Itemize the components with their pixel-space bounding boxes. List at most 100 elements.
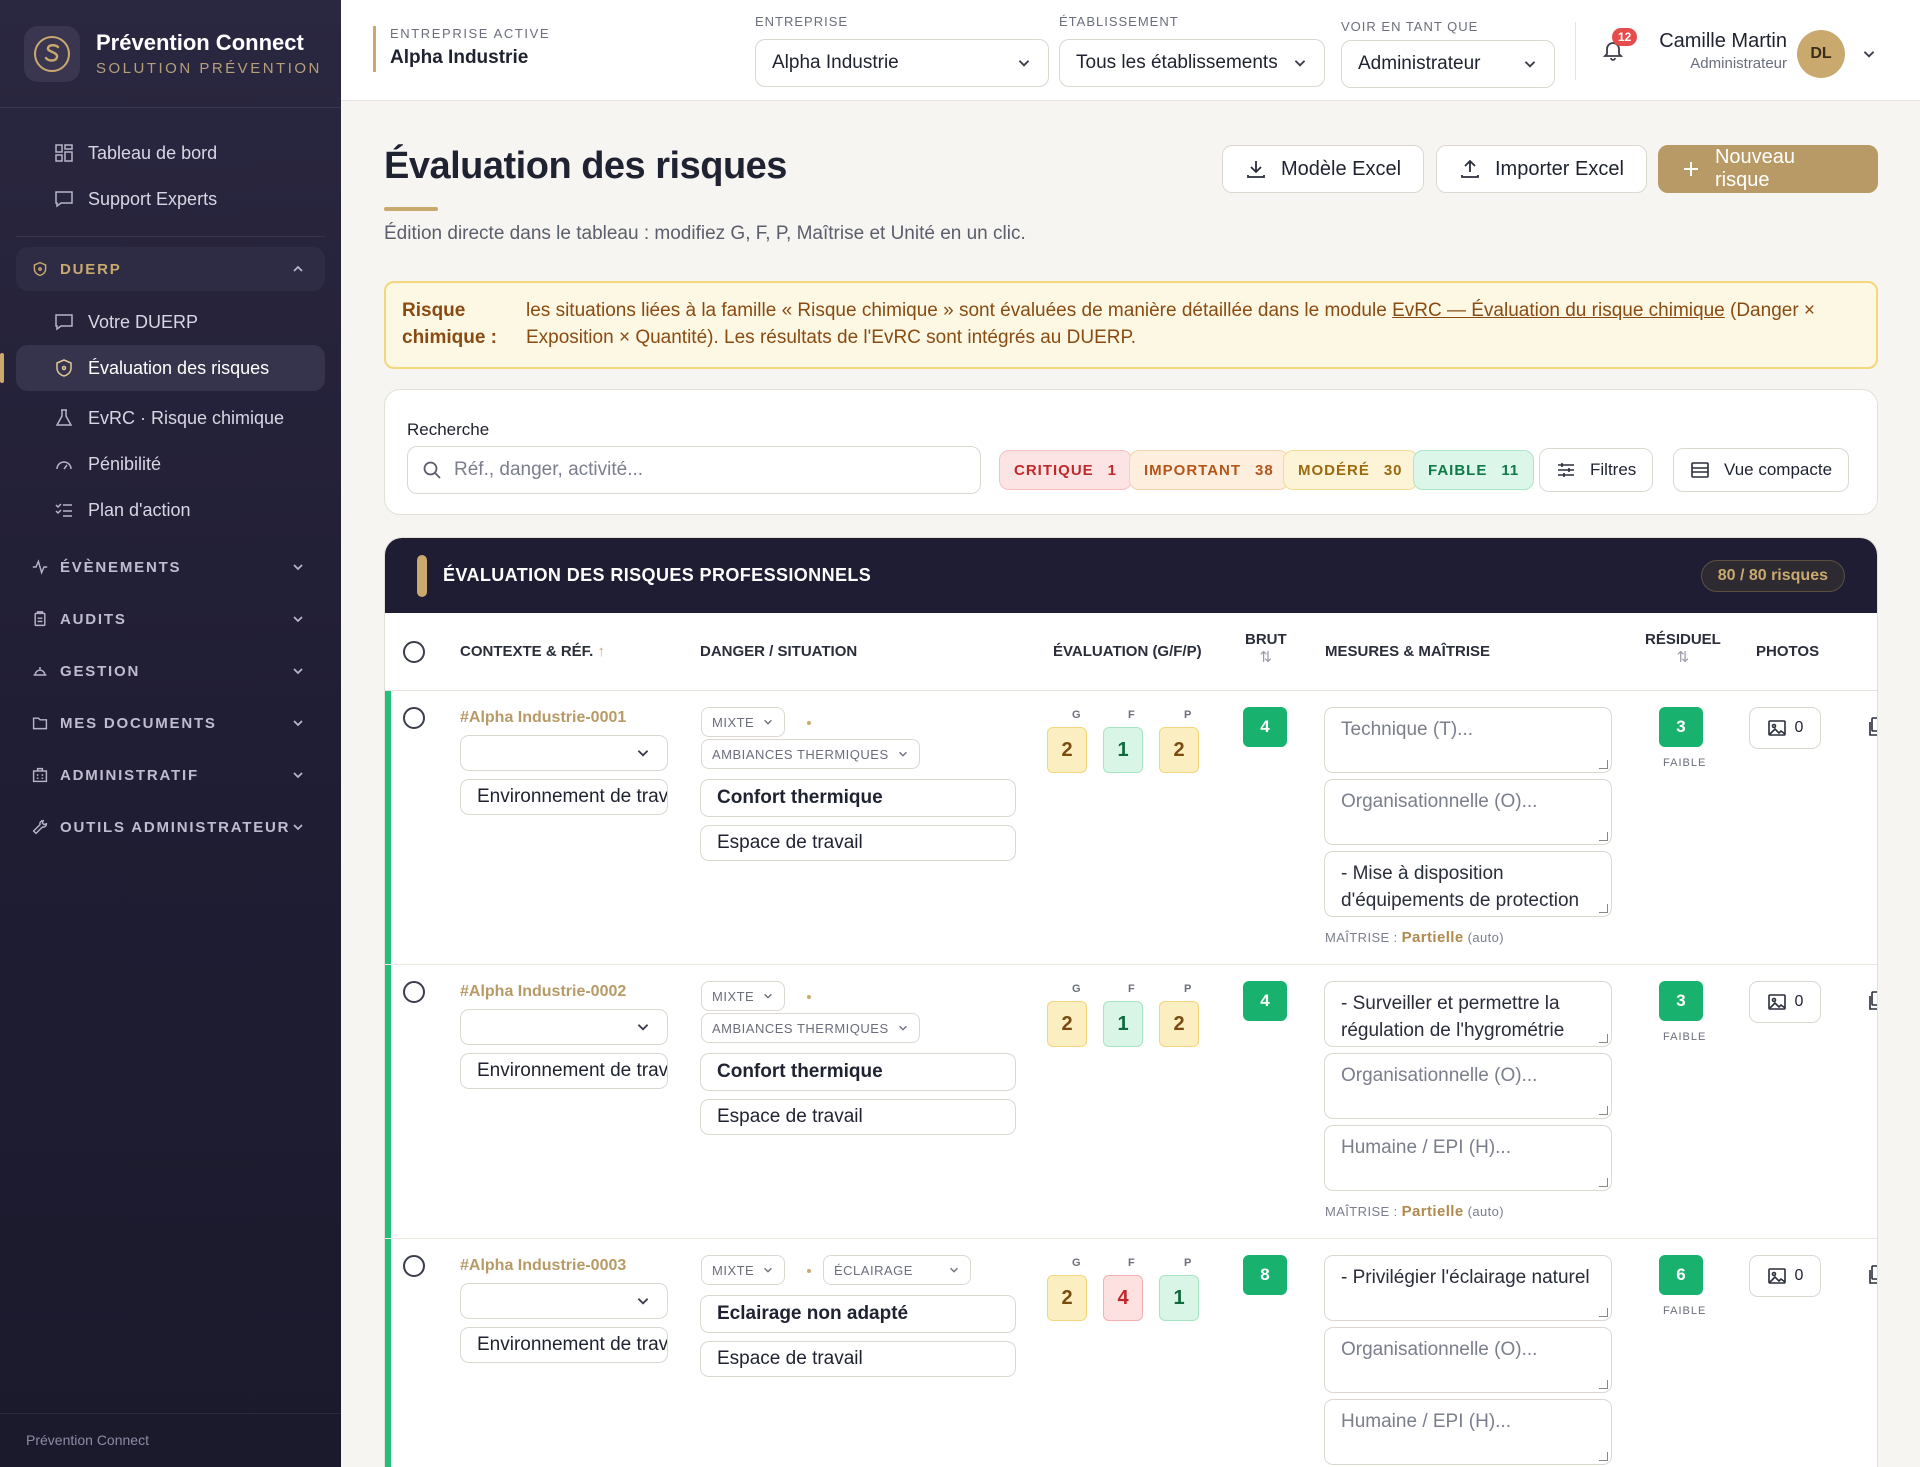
copy-icon[interactable] (1867, 717, 1878, 737)
col-residuel[interactable]: RÉSIDUEL ⇅ (1645, 631, 1721, 666)
context-input[interactable]: Environnement de travail (460, 779, 668, 815)
new-risk-button[interactable]: Nouveau risque (1658, 145, 1878, 193)
danger-input[interactable]: Confort thermique (700, 1053, 1016, 1091)
sidebar-item-evaluation[interactable]: Évaluation des risques (0, 345, 325, 391)
technique-textarea[interactable]: - Surveiller et permettre la régulation … (1324, 981, 1612, 1047)
probabilite-cell[interactable]: 1 (1159, 1275, 1199, 1321)
chevron-down-icon (293, 668, 303, 675)
search-icon (423, 461, 441, 479)
sidebar-item-dashboard[interactable]: Tableau de bord (0, 130, 341, 176)
chevron-down-icon[interactable] (1861, 46, 1877, 62)
maitrise-status[interactable]: MAÎTRISE : Partielle (auto) (1325, 929, 1504, 946)
humaine-textarea[interactable]: - Mise à disposition d'équipements de pr… (1324, 851, 1612, 917)
gravite-cell[interactable]: 2 (1047, 1275, 1087, 1321)
brand[interactable]: Prévention Connect SOLUTION PRÉVENTION (0, 0, 341, 108)
col-brut[interactable]: BRUT ⇅ (1245, 631, 1287, 666)
download-model-button[interactable]: Modèle Excel (1222, 145, 1425, 193)
sidebar-section-audits[interactable]: AUDITS (16, 597, 325, 641)
filter-chip-important[interactable]: IMPORTANT 38 (1129, 450, 1289, 490)
sidebar-section-duerp[interactable]: DUERP (16, 247, 325, 291)
frequence-cell[interactable]: 1 (1103, 1001, 1143, 1047)
import-excel-button[interactable]: Importer Excel (1436, 145, 1647, 193)
filters-button[interactable]: Filtres (1539, 448, 1654, 492)
col-danger: DANGER / SITUATION (700, 643, 858, 660)
type-select[interactable]: MIXTE (701, 707, 786, 737)
dashboard-icon (55, 144, 73, 162)
gravite-cell[interactable]: 2 (1047, 727, 1087, 773)
row-select-radio[interactable] (403, 707, 425, 729)
filter-chip-modere[interactable]: MODÉRÉ 30 (1283, 450, 1418, 490)
chip-count: 30 (1383, 461, 1403, 479)
chip-count: 38 (1255, 461, 1274, 479)
sidebar-item-support[interactable]: Support Experts (0, 176, 341, 222)
probabilite-cell[interactable]: 2 (1159, 1001, 1199, 1047)
gravite-cell[interactable]: 2 (1047, 1001, 1087, 1047)
family-select[interactable]: AMBIANCES THERMIQUES (701, 739, 920, 769)
family-select[interactable]: AMBIANCES THERMIQUES (701, 1013, 920, 1043)
building-icon (32, 767, 48, 783)
type-select[interactable]: MIXTE (701, 981, 786, 1011)
situation-input[interactable]: Espace de travail (700, 1341, 1016, 1377)
row-select-radio[interactable] (403, 981, 425, 1003)
type-select[interactable]: MIXTE (701, 1255, 786, 1285)
etablissement-select[interactable]: Tous les établissements (1059, 39, 1325, 87)
sidebar-section-gestion[interactable]: GESTION (16, 649, 325, 693)
sidebar-section-evenements[interactable]: ÉVÈNEMENTS (16, 545, 325, 589)
probabilite-cell[interactable]: 2 (1159, 727, 1199, 773)
chevron-down-icon (293, 772, 303, 779)
situation-input[interactable]: Espace de travail (700, 825, 1016, 861)
select-all-radio[interactable] (403, 641, 425, 663)
sidebar-section-administratif[interactable]: ADMINISTRATIF (16, 753, 325, 797)
evrc-link[interactable]: EvRC — Évaluation du risque chimique (1392, 300, 1725, 321)
sidebar-item-label: Tableau de bord (88, 142, 218, 163)
unit-select[interactable] (460, 735, 668, 771)
danger-input[interactable]: Eclairage non adapté (700, 1295, 1016, 1333)
copy-icon[interactable] (1867, 1265, 1878, 1285)
family-select[interactable]: ÉCLAIRAGE (823, 1255, 971, 1285)
situation-input[interactable]: Espace de travail (700, 1099, 1016, 1135)
entreprise-select[interactable]: Alpha Industrie (755, 39, 1049, 87)
risk-count-badge: 80 / 80 risques (1700, 560, 1845, 592)
organisationnelle-textarea[interactable]: Organisationnelle (O)... (1324, 1053, 1612, 1119)
context-input[interactable]: Environnement de travail (460, 1053, 668, 1089)
organisationnelle-textarea[interactable]: Organisationnelle (O)... (1324, 1327, 1612, 1393)
maitrise-label: MAÎTRISE : (1325, 930, 1398, 945)
context-input[interactable]: Environnement de travail (460, 1327, 668, 1363)
filter-chip-critique[interactable]: CRITIQUE 1 (999, 450, 1133, 490)
copy-icon[interactable] (1867, 991, 1878, 1011)
row-select-radio[interactable] (403, 1255, 425, 1277)
maitrise-value: Partielle (1401, 929, 1464, 946)
user-info[interactable]: Camille Martin Administrateur (1657, 30, 1787, 72)
frequence-cell[interactable]: 1 (1103, 727, 1143, 773)
sidebar-section-outils[interactable]: OUTILS ADMINISTRATEUR (16, 805, 325, 849)
compact-view-button[interactable]: Vue compacte (1673, 448, 1850, 492)
unit-select[interactable] (460, 1009, 668, 1045)
search-input[interactable]: Réf., danger, activité... (407, 446, 981, 494)
unit-select[interactable] (460, 1283, 668, 1319)
photos-button[interactable]: 0 (1749, 981, 1821, 1023)
photos-button[interactable]: 0 (1749, 1255, 1821, 1297)
avatar[interactable]: DL (1797, 30, 1845, 78)
filter-chip-faible[interactable]: FAIBLE 11 (1413, 450, 1535, 490)
technique-textarea[interactable]: Technique (T)... (1324, 707, 1612, 773)
sidebar-item-plan-action[interactable]: Plan d'action (0, 487, 341, 533)
organisationnelle-textarea[interactable]: Organisationnelle (O)... (1324, 779, 1612, 845)
sidebar-item-votre-duerp[interactable]: Votre DUERP (0, 299, 341, 345)
technique-textarea[interactable]: - Privilégier l'éclairage naturel (1324, 1255, 1612, 1321)
sidebar-item-label: Évaluation des risques (88, 357, 270, 378)
humaine-textarea[interactable]: Humaine / EPI (H)... (1324, 1125, 1612, 1191)
humaine-textarea[interactable]: Humaine / EPI (H)... (1324, 1399, 1612, 1465)
sidebar-item-evrc[interactable]: EvRC · Risque chimique (0, 395, 341, 441)
active-company: ENTREPRISE ACTIVE Alpha Industrie (373, 26, 550, 72)
danger-input[interactable]: Confort thermique (700, 779, 1016, 817)
col-context[interactable]: CONTEXTE & RÉF. ↑ (460, 643, 605, 660)
sidebar-item-penibilite[interactable]: Pénibilité (0, 441, 341, 487)
upload-icon (1461, 159, 1479, 178)
photos-button[interactable]: 0 (1749, 707, 1821, 749)
maitrise-status[interactable]: MAÎTRISE : Partielle (auto) (1325, 1203, 1504, 1220)
frequence-cell[interactable]: 4 (1103, 1275, 1143, 1321)
voir-select[interactable]: Administrateur (1341, 40, 1555, 88)
table-row: #Alpha Industrie-0001 Environnement de t… (385, 691, 1877, 965)
type-value: MIXTE (712, 714, 755, 730)
sidebar-section-documents[interactable]: MES DOCUMENTS (16, 701, 325, 745)
